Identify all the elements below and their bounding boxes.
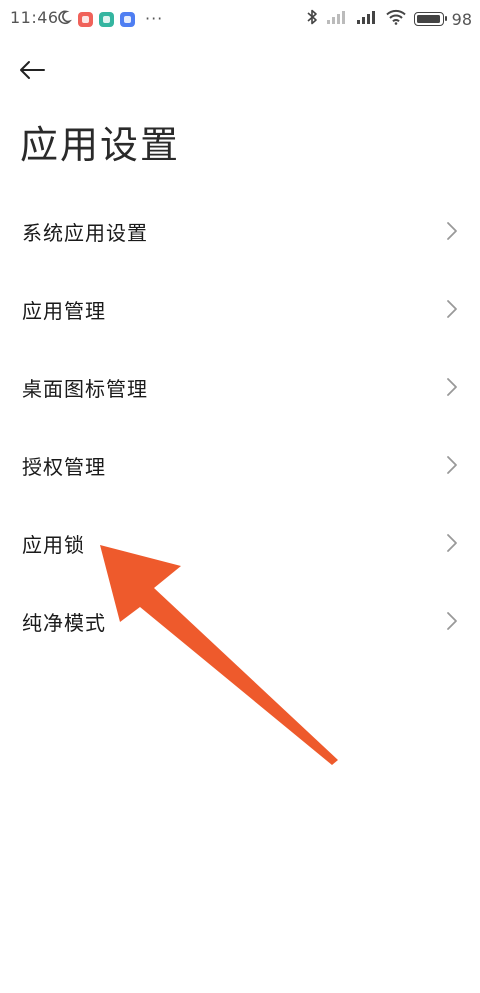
status-bar: 11:46 ··· 98 — [0, 0, 480, 36]
chevron-right-icon — [444, 376, 460, 398]
chevron-right-icon — [444, 454, 460, 476]
settings-item-app-lock[interactable]: 应用锁 — [0, 504, 480, 582]
settings-item-label: 授权管理 — [22, 454, 106, 479]
signal-icon — [356, 9, 378, 29]
battery-percent: 98 — [451, 9, 472, 29]
green-app-icon — [99, 11, 114, 27]
settings-item-permission-management[interactable]: 授权管理 — [0, 426, 480, 504]
settings-list: 系统应用设置 应用管理 桌面图标管理 授权管理 应用锁 纯净模式 — [0, 192, 480, 660]
more-notifications-icon: ··· — [145, 9, 164, 28]
chevron-right-icon — [444, 220, 460, 242]
settings-item-label: 系统应用设置 — [22, 220, 148, 245]
status-time: 11:46 — [10, 8, 59, 27]
chevron-right-icon — [444, 610, 460, 632]
back-button[interactable] — [14, 56, 50, 88]
signal-icon — [326, 9, 348, 29]
page-title: 应用设置 — [20, 123, 181, 167]
arrow-left-icon — [18, 60, 46, 84]
battery-icon — [413, 12, 447, 26]
red-app-icon — [78, 11, 93, 27]
chevron-right-icon — [444, 298, 460, 320]
settings-item-desktop-icon-management[interactable]: 桌面图标管理 — [0, 348, 480, 426]
blue-app-icon — [120, 11, 135, 27]
settings-item-label: 桌面图标管理 — [22, 376, 148, 401]
status-left-icons: ··· — [56, 9, 163, 29]
settings-item-app-management[interactable]: 应用管理 — [0, 270, 480, 348]
settings-item-system-app-settings[interactable]: 系统应用设置 — [0, 192, 480, 270]
moon-icon — [56, 9, 72, 29]
settings-item-label: 应用管理 — [22, 298, 106, 323]
settings-item-label: 应用锁 — [22, 532, 85, 557]
status-right: 98 — [306, 8, 472, 30]
settings-item-pure-mode[interactable]: 纯净模式 — [0, 582, 480, 660]
bluetooth-icon — [306, 8, 318, 30]
battery-fill — [416, 15, 440, 23]
chevron-right-icon — [444, 532, 460, 554]
settings-item-label: 纯净模式 — [22, 610, 106, 635]
wifi-icon — [385, 9, 406, 29]
